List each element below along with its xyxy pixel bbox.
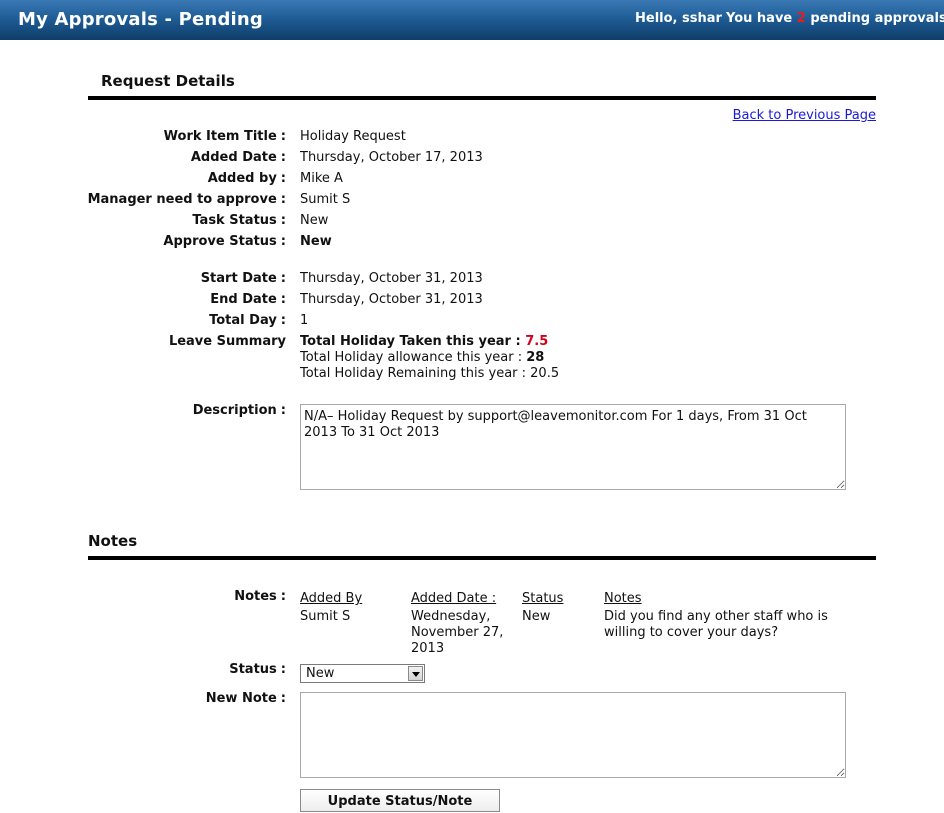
- new-note-textarea[interactable]: [300, 692, 846, 778]
- holiday-remaining-value: 20.5: [530, 366, 560, 381]
- total-day-label: Total Day:: [209, 313, 286, 328]
- work-item-title-value: Holiday Request: [300, 129, 406, 144]
- added-by-label: Added by:: [207, 171, 286, 186]
- added-by-value: Mike A: [300, 171, 343, 186]
- back-to-previous-page-link[interactable]: Back to Previous Page: [733, 108, 876, 123]
- start-date-label: Start Date:: [200, 271, 286, 286]
- holiday-allowance-value: 28: [526, 350, 545, 365]
- start-date-value: Thursday, October 31, 2013: [300, 271, 483, 286]
- notes-col-added-date: Added Date :: [411, 591, 497, 606]
- task-status-value: New: [300, 213, 329, 228]
- added-date-value: Thursday, October 17, 2013: [300, 150, 483, 165]
- section-divider: [88, 96, 876, 100]
- holiday-allowance-line: Total Holiday allowance this year : 28: [300, 350, 545, 365]
- pending-count[interactable]: 2: [797, 11, 806, 26]
- description-label: Description:: [192, 403, 286, 418]
- total-day-value: 1: [300, 313, 309, 328]
- user-greeting: Hello, sshar: [635, 11, 722, 26]
- approve-status-label: Approve Status:: [163, 234, 286, 249]
- pending-suffix: pending approvals: [805, 11, 944, 26]
- manager-value: Sumit S: [300, 192, 351, 207]
- new-note-label: New Note:: [205, 691, 286, 706]
- approve-status-value: New: [300, 234, 332, 249]
- section-divider: [88, 556, 876, 560]
- holiday-remaining-line: Total Holiday Remaining this year : 20.5: [300, 366, 560, 381]
- note-status: New: [522, 609, 551, 624]
- chevron-down-icon[interactable]: [408, 666, 423, 681]
- header-bar: My Approvals - Pending Hello, sshar You …: [0, 0, 944, 40]
- request-details-title: Request Details: [101, 72, 235, 90]
- notes-section-title: Notes: [88, 532, 138, 550]
- description-textarea[interactable]: N/A– Holiday Request by support@leavemon…: [300, 404, 846, 490]
- work-item-title-label: Work Item Title:: [163, 129, 286, 144]
- notes-col-status: Status: [522, 591, 564, 606]
- manager-label: Manager need to approve:: [87, 192, 286, 207]
- notes-label: Notes:: [234, 589, 286, 604]
- end-date-label: End Date:: [210, 292, 286, 307]
- added-date-label: Added Date:: [190, 150, 286, 165]
- task-status-label: Task Status:: [192, 213, 286, 228]
- update-status-note-button[interactable]: Update Status/Note: [300, 789, 500, 812]
- status-label: Status:: [229, 662, 286, 677]
- pending-prefix: You have: [726, 11, 797, 26]
- leave-summary-label: Leave Summary: [168, 334, 286, 349]
- holiday-taken-line: Total Holiday Taken this year : 7.5: [300, 334, 549, 349]
- notes-col-added-by: Added By: [300, 591, 363, 606]
- note-added-date: Wednesday, November 27, 2013: [411, 609, 504, 656]
- note-text: Did you find any other staff who is will…: [604, 609, 828, 640]
- end-date-value: Thursday, October 31, 2013: [300, 292, 483, 307]
- page-title: My Approvals - Pending: [18, 9, 263, 30]
- holiday-taken-value: 7.5: [525, 334, 549, 349]
- status-select-value: New: [306, 666, 335, 681]
- note-added-by: Sumit S: [300, 609, 351, 624]
- status-select[interactable]: New: [300, 664, 425, 683]
- pending-approvals-text: You have 2 pending approvals: [726, 11, 944, 26]
- notes-col-notes: Notes: [604, 591, 642, 606]
